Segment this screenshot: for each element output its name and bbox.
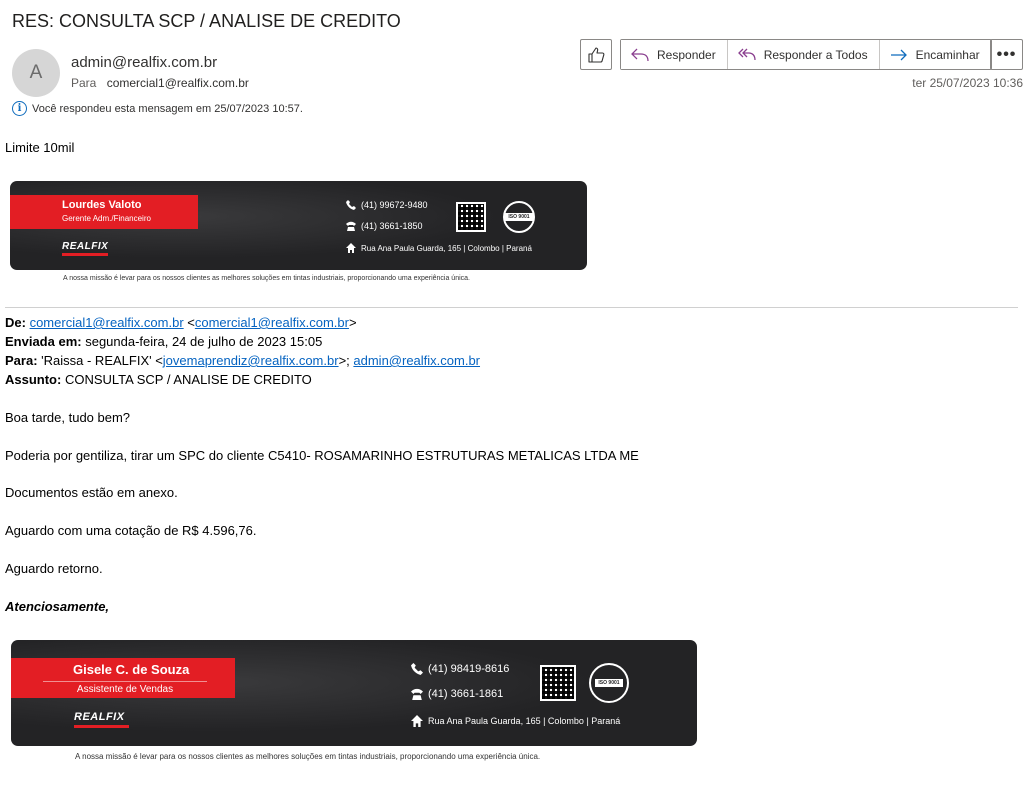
phone-icon <box>346 200 356 210</box>
subject-value: CONSULTA SCP / ANALISE DE CREDITO <box>64 372 312 387</box>
recipient-email[interactable]: comercial1@realfix.com.br <box>107 76 249 90</box>
signature-banner-lourdes: Lourdes Valoto Gerente Adm./Financeiro R… <box>10 181 587 270</box>
paragraph-attachments: Documentos estão em anexo. <box>5 485 178 500</box>
realfix-logo: REALFIX <box>62 241 109 252</box>
home-icon <box>346 243 356 253</box>
reply-all-button[interactable]: Responder a Todos <box>727 40 880 69</box>
to-label-original: Para: <box>5 353 38 368</box>
reply-label: Responder <box>657 47 716 62</box>
to-email-link-2[interactable]: admin@realfix.com.br <box>353 353 480 368</box>
realfix-logo: REALFIX <box>74 711 125 723</box>
signature-role: Gerente Adm./Financeiro <box>62 214 151 223</box>
more-actions-button[interactable]: ••• <box>990 39 1023 70</box>
sent-value: segunda-feira, 24 de julho de 2023 15:05 <box>85 334 323 349</box>
sent-label: Enviada em: <box>5 334 82 349</box>
address-text: Rua Ana Paula Guarda, 165 | Colombo | Pa… <box>361 243 532 253</box>
paragraph-request: Poderia por gentiliza, tirar um SPC do c… <box>5 448 639 463</box>
phone-icon <box>411 663 423 675</box>
message-actions: Responder Responder a Todos Encaminhar <box>620 39 992 70</box>
phone-mobile-text: (41) 98419-8616 <box>428 663 510 675</box>
signature-phone-landline: (41) 3661-1850 <box>346 221 423 231</box>
signature-phone-mobile: (41) 99672-9480 <box>346 200 428 210</box>
from-label: De: <box>5 315 26 330</box>
signature-phone-landline: (41) 3661-1861 <box>411 688 503 700</box>
reply-all-icon <box>737 48 756 60</box>
quoted-message-divider <box>5 307 1018 308</box>
signature-banner-gisele: Gisele C. de Souza Assistente de Vendas … <box>11 640 697 746</box>
to-name: 'Raissa - REALFIX' < <box>41 353 163 368</box>
qr-code-icon <box>540 665 576 701</box>
home-icon <box>411 715 423 727</box>
to-email-link-1[interactable]: jovemaprendiz@realfix.com.br <box>163 353 339 368</box>
original-from-link[interactable]: comercial1@realfix.com.br <box>30 315 184 330</box>
signature-address: Rua Ana Paula Guarda, 165 | Colombo | Pa… <box>346 243 532 253</box>
logo-underline <box>74 725 129 728</box>
thumbs-up-icon <box>587 46 604 63</box>
received-date: ter 25/07/2023 10:36 <box>912 76 1023 90</box>
replied-notice-text: Você respondeu esta mensagem em 25/07/20… <box>32 102 303 115</box>
phone-mobile-text: (41) 99672-9480 <box>361 200 428 210</box>
original-sent: Enviada em: segunda-feira, 24 de julho d… <box>5 334 322 349</box>
qr-code-icon <box>456 202 486 232</box>
seal-label: ISO 9001 <box>505 213 533 221</box>
email-subject: RES: CONSULTA SCP / ANALISE DE CREDITO <box>12 11 401 31</box>
to-label: Para <box>71 76 97 90</box>
seal-label: ISO 9001 <box>595 679 623 687</box>
signature-mission: A nossa missão é levar para os nossos cl… <box>75 752 541 761</box>
to-separator: >; <box>338 353 354 368</box>
info-icon: i <box>12 101 27 116</box>
forward-arrow-icon <box>890 49 907 60</box>
signature-name: Gisele C. de Souza <box>73 662 190 677</box>
signature-phone-mobile: (41) 98419-8616 <box>411 663 509 675</box>
paragraph-await: Aguardo retorno. <box>5 561 103 576</box>
paragraph-quote: Aguardo com uma cotação de R$ 4.596,76. <box>5 523 257 538</box>
signature-address: Rua Ana Paula Guarda, 165 | Colombo | Pa… <box>411 715 620 727</box>
forward-label: Encaminhar <box>915 47 980 62</box>
signature-name: Lourdes Valoto <box>62 199 142 211</box>
signature-mission: A nossa missão é levar para os nossos cl… <box>63 275 470 282</box>
like-button[interactable] <box>580 39 612 70</box>
logo-underline <box>62 253 108 256</box>
forward-button[interactable]: Encaminhar <box>879 40 991 69</box>
original-to: Para: 'Raissa - REALFIX' <jovemaprendiz@… <box>5 353 480 368</box>
closing-text: Atenciosamente, <box>5 599 110 614</box>
original-from-email-link[interactable]: comercial1@realfix.com.br <box>195 315 349 330</box>
certification-seal-icon: ISO 9001 <box>589 663 629 703</box>
sender-avatar[interactable]: A <box>12 49 60 97</box>
reply-all-label: Responder a Todos <box>763 47 868 62</box>
replied-notice: i Você respondeu esta mensagem em 25/07/… <box>12 101 303 116</box>
telephone-icon <box>346 221 356 231</box>
certification-seal-icon: ISO 9001 <box>503 201 535 233</box>
signature-role: Assistente de Vendas <box>43 681 207 696</box>
original-from: De: comercial1@realfix.com.br <comercial… <box>5 315 357 330</box>
reply-button[interactable]: Responder <box>621 40 728 69</box>
address-text: Rua Ana Paula Guarda, 165 | Colombo | Pa… <box>428 716 621 726</box>
paragraph-greeting: Boa tarde, tudo bem? <box>5 410 131 425</box>
recipient-line: Para comercial1@realfix.com.br <box>71 76 249 90</box>
reply-icon <box>631 48 649 61</box>
phone-landline-text: (41) 3661-1850 <box>361 221 423 231</box>
reply-body: Limite 10mil <box>5 140 75 155</box>
original-subject: Assunto: CONSULTA SCP / ANALISE DE CREDI… <box>5 372 312 387</box>
telephone-icon <box>411 688 423 700</box>
sender-email[interactable]: admin@realfix.com.br <box>71 54 217 71</box>
phone-landline-text: (41) 3661-1861 <box>428 688 504 700</box>
subject-label: Assunto: <box>5 372 62 387</box>
